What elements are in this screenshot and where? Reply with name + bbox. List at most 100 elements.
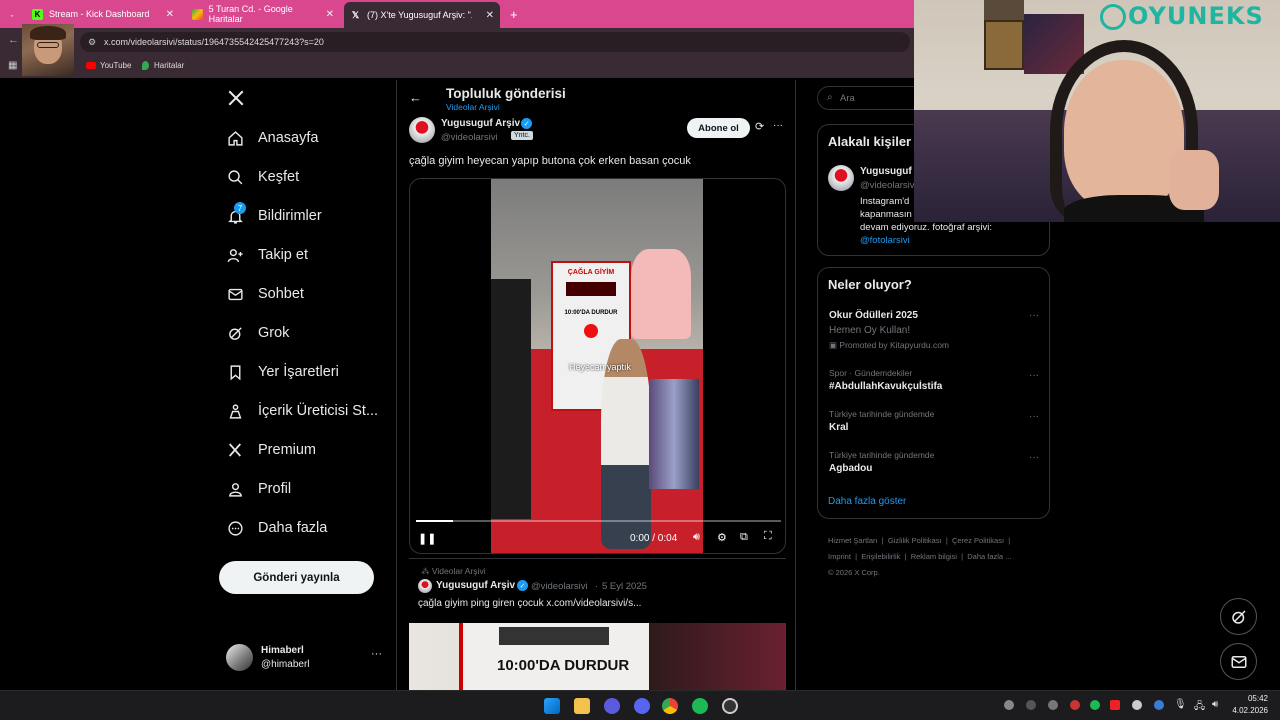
next-post[interactable]: ⁂ Videolar Arşivi Yugusuguf Arşiv ✓ @vid… <box>409 558 786 693</box>
clock-time[interactable]: 05:42 <box>1234 694 1268 703</box>
nav-item-follow[interactable]: Takip et <box>226 246 308 264</box>
post-handle[interactable]: @videolarsivi <box>441 132 498 143</box>
trend-item[interactable]: Türkiye tarihinde gündemde Kral ··· <box>818 409 1049 437</box>
new-tab-button[interactable]: + <box>504 4 524 24</box>
tray-icon[interactable] <box>1004 700 1014 710</box>
nav-item-premium[interactable]: Premium <box>226 441 316 459</box>
show-more-link[interactable]: Daha fazla göster <box>828 496 906 507</box>
obs-icon[interactable] <box>722 698 738 714</box>
nav-item-profile[interactable]: Profil <box>226 480 291 498</box>
avatar[interactable] <box>828 165 854 191</box>
nav-item-more[interactable]: Daha fazla <box>226 519 327 537</box>
volume-icon[interactable]: 🔊︎ <box>693 531 700 544</box>
tray-icon[interactable] <box>1070 700 1080 710</box>
discord-icon[interactable] <box>634 698 650 714</box>
post-author[interactable]: Yugusuguf Arşiv <box>441 118 520 129</box>
post-author[interactable]: Yugusuguf Arşiv <box>436 580 515 591</box>
tab-label: 5 Turan Cd. - Google Haritalar <box>208 4 293 24</box>
tray-icon[interactable] <box>1048 700 1058 710</box>
volume-icon[interactable]: 🔊︎ <box>1212 699 1218 710</box>
app-icon[interactable] <box>604 698 620 714</box>
back-arrow-icon[interactable]: ← <box>409 90 422 105</box>
video-player[interactable]: ÇAĞLA GİYİM 10:00'DA DURDUR Heyecan yapt… <box>409 178 786 554</box>
more-dots-icon[interactable]: ··· <box>1029 452 1039 463</box>
tray-icon[interactable] <box>1154 700 1164 710</box>
more-dots-icon[interactable]: ··· <box>1029 310 1039 321</box>
close-icon[interactable]: ✕ <box>166 9 174 20</box>
nav-item-bookmarks[interactable]: Yer İşaretleri <box>226 363 339 381</box>
windows-start-icon[interactable] <box>544 698 560 714</box>
related-name[interactable]: Yugusuguf <box>860 166 912 177</box>
footer-link[interactable]: Daha fazla ... <box>967 552 1011 561</box>
account-switcher[interactable]: Himaberl @himaberl ··· <box>226 644 396 674</box>
promoted-label: ▣ Promoted by Kitapyurdu.com <box>829 340 950 350</box>
footer-link[interactable]: Hizmet Şartları <box>828 536 878 545</box>
related-bio-line: devam ediyoruz. fotoğraf arşivi: <box>860 222 993 233</box>
close-icon[interactable]: ✕ <box>326 9 334 20</box>
nav-item-explore[interactable]: Keşfet <box>226 168 299 186</box>
microphone-icon[interactable]: 🎙︎ <box>1174 699 1187 710</box>
trend-item[interactable]: Okur Ödülleri 2025 Hemen Oy Kullan! ▣ Pr… <box>818 308 1049 352</box>
footer-link[interactable]: Reklam bilgisi <box>911 552 957 561</box>
trend-item[interactable]: Türkiye tarihinde gündemde Agbadou ··· <box>818 450 1049 478</box>
apps-grid-icon[interactable]: ▦ <box>8 60 17 71</box>
bookmark-maps[interactable]: Haritalar <box>142 61 184 70</box>
video-progress-track[interactable] <box>416 520 781 522</box>
tab-list-button[interactable] <box>4 6 20 26</box>
media-preview[interactable]: 10:00'DA DURDUR <box>409 623 786 693</box>
footer-link[interactable]: Imprint <box>828 552 851 561</box>
community-link[interactable]: Videolar Arşivi <box>446 102 500 112</box>
nav-item-grok[interactable]: Grok <box>226 324 289 342</box>
post-date[interactable]: 5 Eyl 2025 <box>602 581 647 592</box>
tab-x-post[interactable]: 𝕏 (7) X'te Yugusuguf Arşiv: "... ✕ <box>344 2 500 28</box>
post-button[interactable]: Gönderi yayınla <box>219 561 374 594</box>
tray-icon[interactable] <box>1090 700 1100 710</box>
grok-icon[interactable]: ⟳ <box>755 120 764 133</box>
follow-button[interactable]: Abone ol <box>687 118 750 138</box>
more-dots-icon[interactable]: ··· <box>371 648 382 660</box>
url-field[interactable]: ⚙ x.com/videolarsivi/status/196473554242… <box>80 32 910 52</box>
clock-date[interactable]: 4.02.2026 <box>1226 706 1268 715</box>
tray-icon[interactable] <box>1110 700 1120 710</box>
picture-in-picture-icon[interactable]: ⧉ <box>740 531 748 544</box>
trend-item[interactable]: Spor · Gündemdekiler #AbdullahKavukçuİst… <box>818 368 1049 396</box>
nav-label: Profil <box>258 481 292 497</box>
search-input[interactable]: ⌕ Ara <box>817 86 917 110</box>
post-handle[interactable]: @videolarsivi <box>531 581 588 592</box>
chrome-icon[interactable] <box>662 698 678 714</box>
tab-google-maps[interactable]: 5 Turan Cd. - Google Haritalar ✕ <box>186 4 340 24</box>
related-link[interactable]: @fotolarsivi <box>860 235 910 246</box>
file-explorer-icon[interactable] <box>574 698 590 714</box>
tray-icon[interactable] <box>1132 700 1142 710</box>
back-arrow-icon[interactable]: ← <box>8 34 19 46</box>
avatar[interactable] <box>409 117 435 143</box>
spotify-icon[interactable] <box>692 698 708 714</box>
settings-gear-icon[interactable]: ⚙ <box>717 531 727 544</box>
footer-link[interactable]: Erişilebilirlik <box>861 552 900 561</box>
pause-icon[interactable]: ❚❚ <box>418 532 436 545</box>
more-dots-icon[interactable]: ··· <box>1029 370 1039 381</box>
messages-float-button[interactable] <box>1220 643 1257 680</box>
site-info-icon[interactable]: ⚙ <box>88 32 96 52</box>
nav-item-chat[interactable]: Sohbet <box>226 285 304 303</box>
nav-item-notifications[interactable]: 7 Bildirimler <box>226 202 322 225</box>
fullscreen-icon[interactable]: ⛶ <box>764 530 772 543</box>
footer-link[interactable]: Çerez Politikası <box>952 536 1004 545</box>
tray-icon[interactable] <box>1026 700 1036 710</box>
related-handle[interactable]: @videolarsivi <box>860 180 917 191</box>
footer-link[interactable]: Gizlilik Politikası <box>888 536 942 545</box>
more-dots-icon[interactable]: ··· <box>1029 411 1039 422</box>
tab-kick-dashboard[interactable]: K Stream - Kick Dashboard ✕ <box>26 4 180 24</box>
grok-float-button[interactable] <box>1220 598 1257 635</box>
nav-item-creator-studio[interactable]: İçerik Üreticisi St... <box>226 402 378 420</box>
network-icon[interactable]: 🖧 <box>1194 699 1205 716</box>
nav-item-home[interactable]: Anasayfa <box>226 129 318 147</box>
more-dots-icon[interactable]: ··· <box>773 120 783 131</box>
nav-label: Bildirimler <box>258 208 322 224</box>
avatar[interactable] <box>418 579 432 593</box>
nav-label: İçerik Üreticisi St... <box>258 403 379 419</box>
bookmark-youtube[interactable]: YouTube <box>86 61 131 70</box>
pink-shirt-shape <box>631 249 691 339</box>
close-icon[interactable]: ✕ <box>486 10 494 21</box>
bookmark-icon <box>226 363 244 381</box>
